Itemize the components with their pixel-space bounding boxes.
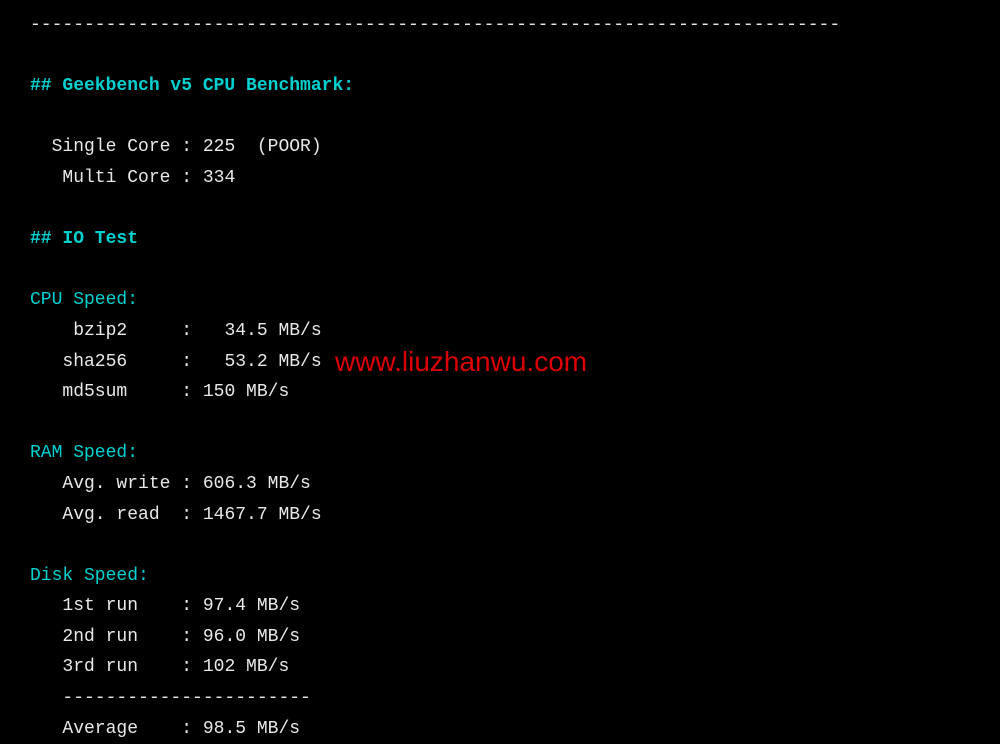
single-core-row: Single Core : 225 (POOR) bbox=[30, 132, 970, 163]
sha256-label: sha256 bbox=[30, 352, 127, 372]
top-divider: ----------------------------------------… bbox=[30, 10, 970, 41]
ram-write-row: Avg. write : 606.3 MB/s bbox=[30, 469, 970, 500]
ram-speed-header: RAM Speed: bbox=[30, 438, 970, 469]
disk-run1-label: 1st run bbox=[30, 596, 138, 616]
disk-run2-label: 2nd run bbox=[30, 627, 138, 647]
disk-run3-value: 102 MB/s bbox=[203, 657, 289, 677]
disk-run1-value: 97.4 MB/s bbox=[203, 596, 300, 616]
ram-read-label: Avg. read bbox=[30, 505, 170, 525]
disk-run3-row: 3rd run : 102 MB/s bbox=[30, 652, 970, 683]
ram-write-value: 606.3 MB/s bbox=[203, 474, 311, 494]
ram-read-value: 1467.7 MB/s bbox=[203, 505, 322, 525]
ram-write-label: Avg. write bbox=[30, 474, 170, 494]
disk-avg-value: 98.5 MB/s bbox=[203, 719, 300, 739]
single-core-label: Single Core bbox=[30, 137, 170, 157]
multi-core-label: Multi Core bbox=[30, 168, 170, 188]
md5sum-value: 150 MB/s bbox=[203, 382, 289, 402]
disk-avg-label: Average bbox=[30, 719, 138, 739]
single-core-value: 225 (POOR) bbox=[203, 137, 322, 157]
cpu-speed-header: CPU Speed: bbox=[30, 285, 970, 316]
disk-sub-divider: ----------------------- bbox=[30, 683, 970, 714]
ram-read-row: Avg. read : 1467.7 MB/s bbox=[30, 500, 970, 531]
geekbench-header: ## Geekbench v5 CPU Benchmark: bbox=[30, 71, 970, 102]
multi-core-row: Multi Core : 334 bbox=[30, 163, 970, 194]
md5sum-row: md5sum : 150 MB/s bbox=[30, 377, 970, 408]
md5sum-label: md5sum bbox=[30, 382, 127, 402]
sha256-row: sha256 : 53.2 MB/s bbox=[30, 347, 970, 378]
disk-run2-row: 2nd run : 96.0 MB/s bbox=[30, 622, 970, 653]
bzip2-label: bzip2 bbox=[30, 321, 127, 341]
io-test-header: ## IO Test bbox=[30, 224, 970, 255]
disk-avg-row: Average : 98.5 MB/s bbox=[30, 714, 970, 744]
disk-run3-label: 3rd run bbox=[30, 657, 138, 677]
disk-run2-value: 96.0 MB/s bbox=[203, 627, 300, 647]
bzip2-row: bzip2 : 34.5 MB/s bbox=[30, 316, 970, 347]
multi-core-value: 334 bbox=[203, 168, 235, 188]
disk-speed-header: Disk Speed: bbox=[30, 561, 970, 592]
sha256-value: 53.2 MB/s bbox=[214, 352, 322, 372]
disk-run1-row: 1st run : 97.4 MB/s bbox=[30, 591, 970, 622]
bzip2-value: 34.5 MB/s bbox=[214, 321, 322, 341]
